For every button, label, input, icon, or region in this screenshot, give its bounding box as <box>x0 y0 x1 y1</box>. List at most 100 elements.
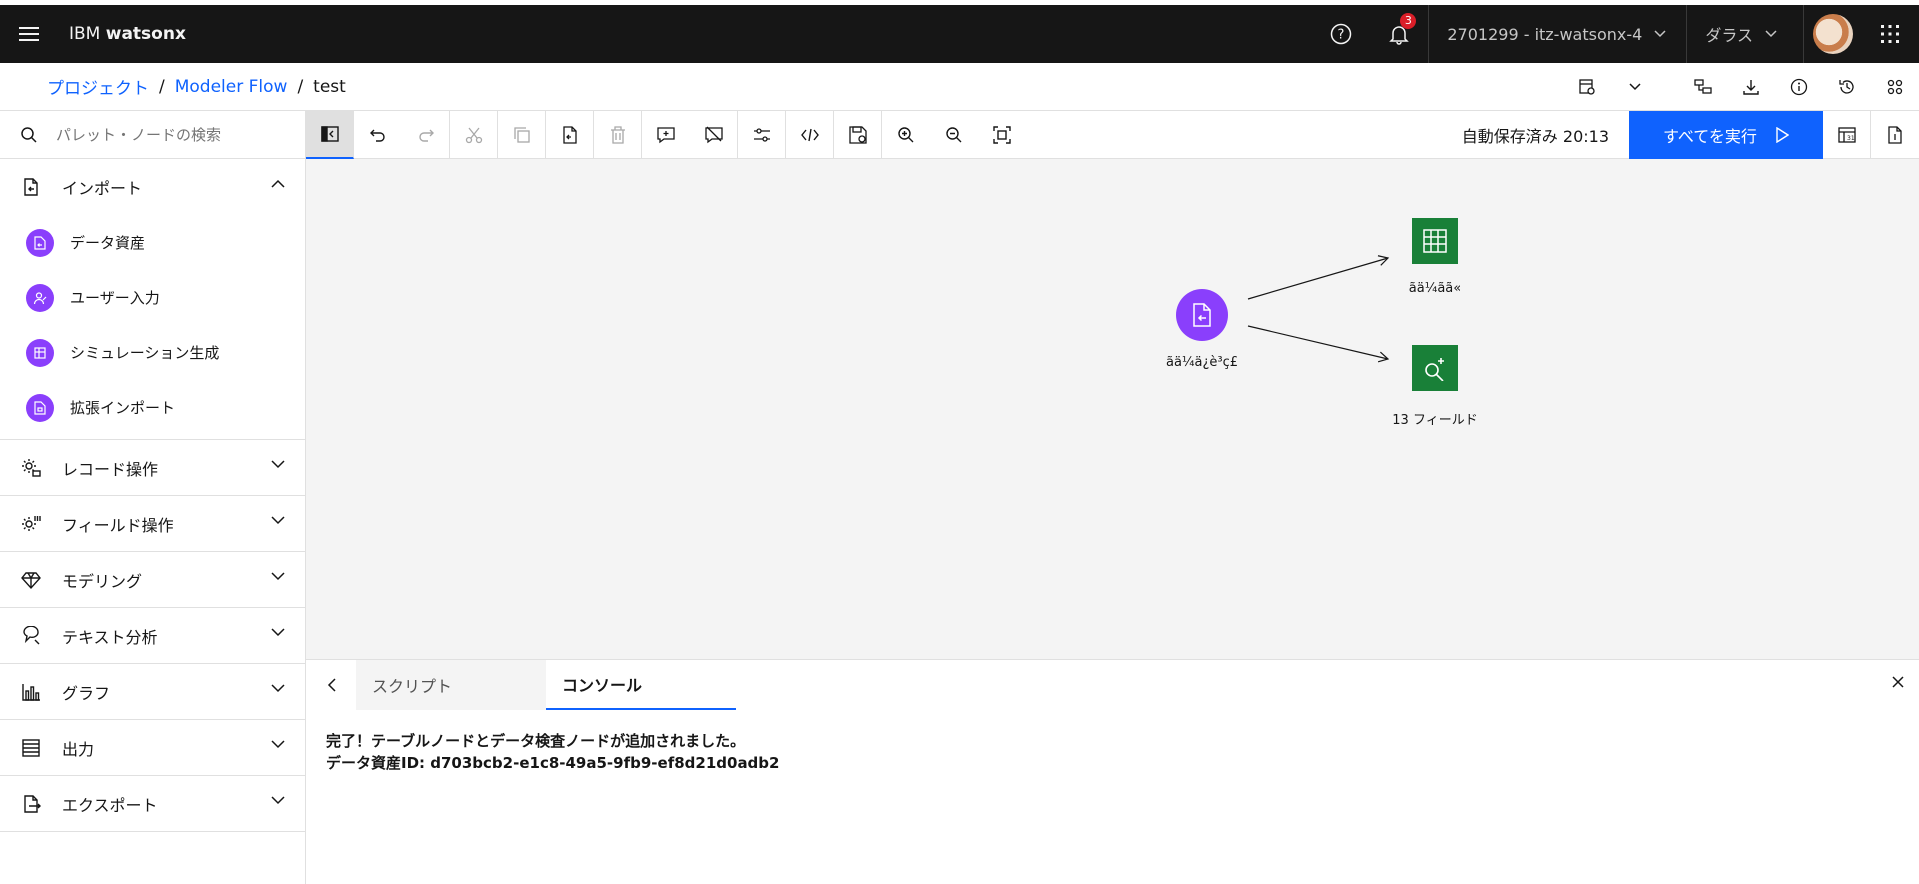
outputs-button[interactable]: 31 <box>1823 111 1871 159</box>
flow-canvas[interactable]: ãä¼ä¿è³ç£ ãä¼ãã« 13 フィールド <box>306 159 1919 659</box>
text-analytics-icon <box>20 625 42 647</box>
cut-button[interactable] <box>450 110 498 159</box>
toggle-palette-button[interactable] <box>306 110 354 159</box>
data-asset-icon <box>26 228 54 257</box>
palette-search-input[interactable] <box>56 125 276 144</box>
node-table[interactable] <box>1412 218 1458 264</box>
close-panel-button[interactable] <box>1891 674 1905 693</box>
breadcrumb-bar: プロジェクト / Modeler Flow / test <box>0 63 1919 111</box>
chevron-down-icon <box>271 516 285 525</box>
add-comment-icon <box>656 126 675 143</box>
breadcrumb-current: test <box>313 76 346 97</box>
breadcrumb-flow-link[interactable]: Modeler Flow <box>175 77 288 97</box>
app-switcher-icon[interactable] <box>1861 5 1919 63</box>
notification-icon[interactable]: 3 <box>1370 5 1428 63</box>
node-palette-sidebar: インポート データ資産 ユーザー入力 シミュレーション生成 拡張インポート レコ… <box>0 111 306 884</box>
cut-icon <box>465 127 482 143</box>
redo-button[interactable] <box>402 110 450 159</box>
product-name[interactable]: IBM watsonx <box>58 24 186 44</box>
add-comment-button[interactable] <box>642 111 690 159</box>
chevron-left-icon <box>327 678 336 692</box>
palette-item-label: データ資産 <box>70 234 146 252</box>
menu-icon[interactable] <box>0 5 58 63</box>
palette-item-extension-import[interactable]: 拡張インポート <box>0 380 305 435</box>
flow-link[interactable] <box>1247 325 1390 363</box>
notification-badge: 3 <box>1400 13 1417 29</box>
node-palette-icon[interactable] <box>1871 63 1919 111</box>
code-button[interactable] <box>786 110 834 159</box>
undo-button[interactable] <box>354 111 402 159</box>
region-switcher[interactable]: ダラス <box>1686 5 1803 63</box>
category-label: グラフ <box>62 683 111 703</box>
panel-left-icon <box>320 125 339 142</box>
chevron-down-icon <box>271 628 285 637</box>
node-data-asset[interactable] <box>1176 289 1228 341</box>
palette-item-data-asset[interactable]: データ資産 <box>0 215 305 270</box>
search-icon <box>21 126 37 143</box>
category-export[interactable]: エクスポート <box>0 776 305 832</box>
hide-comments-button[interactable] <box>690 110 738 159</box>
data-connections-icon[interactable] <box>1679 63 1727 111</box>
category-text-analytics[interactable]: テキスト分析 <box>0 608 305 664</box>
region-name: ダラス <box>1705 26 1753 45</box>
data-audit-icon <box>1425 358 1444 381</box>
diamond-icon <box>20 569 42 591</box>
record-ops-icon <box>20 457 42 479</box>
palette-item-simulation[interactable]: シミュレーション生成 <box>0 325 305 380</box>
breadcrumb-project-link[interactable]: プロジェクト <box>47 74 149 99</box>
palette-item-user-input[interactable]: ユーザー入力 <box>0 270 305 325</box>
panel-tabs: スクリプト コンソール <box>306 660 1919 710</box>
details-icon <box>1887 126 1902 144</box>
node-label: ãä¼ãã« <box>1408 281 1462 296</box>
category-import[interactable]: インポート <box>0 159 305 215</box>
avatar[interactable] <box>1803 5 1861 63</box>
zoom-in-icon <box>897 126 913 142</box>
data-asset-icon <box>1193 303 1211 327</box>
tab-console[interactable]: コンソール <box>546 660 736 710</box>
chevron-down-icon <box>271 460 285 469</box>
tab-script[interactable]: スクリプト <box>356 660 546 710</box>
simulation-icon <box>26 338 54 367</box>
paste-icon <box>562 125 577 144</box>
flow-link[interactable] <box>1247 255 1390 300</box>
canvas-toolbar: 自動保存済み 20:13 すべてを実行 31 <box>306 110 1919 159</box>
console-line: 完了！テーブルノードとデータ検査ノードが追加されました。 <box>326 732 746 750</box>
outputs-icon: 31 <box>1837 127 1856 143</box>
svg-text:?: ? <box>1338 28 1345 43</box>
collapse-panel-button[interactable] <box>306 660 356 710</box>
details-button[interactable] <box>1871 111 1919 159</box>
category-output[interactable]: 出力 <box>0 720 305 776</box>
account-switcher[interactable]: 2701299 - itz-watsonx-4 <box>1428 5 1686 63</box>
node-label: 13 フィールド <box>1392 413 1478 428</box>
field-ops-icon <box>20 513 42 535</box>
flow-settings-icon[interactable] <box>1563 63 1611 111</box>
bottom-panel: スクリプト コンソール 完了！テーブルノードとデータ検査ノードが追加されました。… <box>306 659 1919 884</box>
copy-button[interactable] <box>498 110 546 159</box>
history-icon[interactable] <box>1823 63 1871 111</box>
download-icon[interactable] <box>1727 63 1775 111</box>
help-icon[interactable]: ? <box>1312 5 1370 63</box>
console-output: 完了！テーブルノードとデータ検査ノードが追加されました。 データ資産ID: d7… <box>306 710 1919 774</box>
fit-to-screen-button[interactable] <box>978 111 1026 159</box>
palette-search <box>0 111 305 159</box>
avatar-image <box>1812 14 1853 54</box>
run-all-button[interactable]: すべてを実行 <box>1629 111 1823 159</box>
save-version-button[interactable] <box>834 110 882 159</box>
play-icon <box>1776 127 1789 143</box>
category-graphs[interactable]: グラフ <box>0 664 305 720</box>
info-icon[interactable] <box>1775 63 1823 111</box>
chevron-down-icon <box>1765 30 1777 38</box>
paste-button[interactable] <box>546 110 594 159</box>
brand-prefix: IBM <box>69 24 101 44</box>
category-field-ops[interactable]: フィールド操作 <box>0 496 305 552</box>
table-icon <box>1423 229 1447 253</box>
zoom-out-button[interactable] <box>930 111 978 159</box>
node-data-audit[interactable] <box>1412 345 1458 391</box>
zoom-in-button[interactable] <box>882 111 930 159</box>
category-record-ops[interactable]: レコード操作 <box>0 440 305 496</box>
chevron-down-icon[interactable] <box>1611 63 1659 111</box>
category-modeling[interactable]: モデリング <box>0 552 305 608</box>
settings-button[interactable] <box>738 110 786 159</box>
delete-button[interactable] <box>594 110 642 159</box>
breadcrumb-separator: / <box>159 76 165 97</box>
